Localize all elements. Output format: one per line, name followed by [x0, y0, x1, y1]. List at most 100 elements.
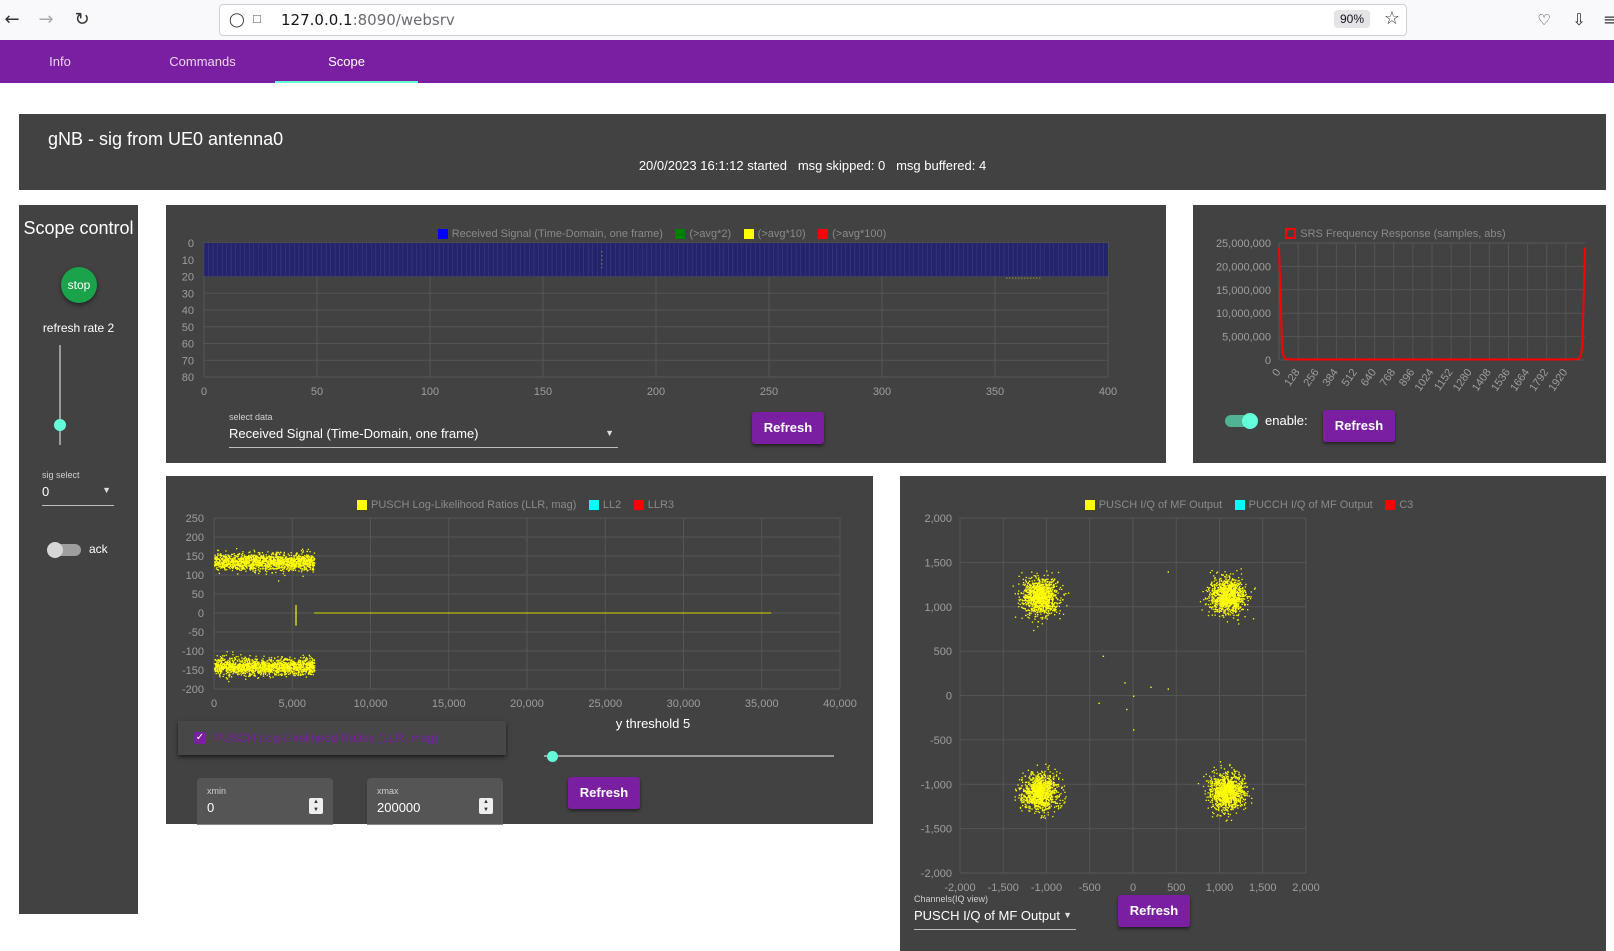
iq-point: [1034, 608, 1036, 610]
srs-enable-toggle[interactable]: [1225, 413, 1258, 429]
llr-point: [214, 556, 216, 558]
llr-point: [255, 655, 257, 657]
llr-point: [258, 560, 260, 562]
iq-point: [1018, 575, 1020, 577]
iq-point: [1028, 580, 1031, 582]
y-tick-label: 40: [182, 305, 194, 317]
xmax-spinner-icon[interactable]: ▲ ▼: [479, 798, 493, 814]
llr-point: [240, 674, 242, 676]
xmin-value[interactable]: 0: [207, 800, 214, 815]
llr-point: [312, 674, 314, 676]
llr-point: [256, 667, 258, 670]
iq-point: [1024, 583, 1026, 585]
llr-point: [226, 671, 228, 673]
threshold-slider[interactable]: [547, 751, 558, 762]
chevron-down-icon: ▼: [102, 485, 111, 495]
llr-point: [280, 657, 282, 660]
iq-point: [1247, 596, 1249, 598]
llr-point: [245, 555, 247, 558]
llr-point: [261, 562, 263, 564]
iq-point: [1045, 600, 1047, 603]
llr-point: [230, 665, 232, 667]
llr-point: [283, 554, 285, 556]
forward-arrow-icon[interactable]: →: [34, 8, 58, 32]
llr-point: [270, 656, 273, 659]
llr-point: [281, 561, 284, 563]
select-data-dropdown[interactable]: select data Received Signal (Time-Domain…: [229, 412, 618, 448]
llr-point: [281, 667, 284, 670]
menu-icon[interactable]: ≡: [1598, 8, 1614, 32]
llr-point: [272, 552, 275, 554]
llr-checkbox[interactable]: ✓: [194, 732, 206, 744]
llr-point: [243, 566, 245, 569]
llr-point: [282, 670, 284, 672]
llr-point: [243, 568, 245, 570]
iq-point: [1030, 585, 1032, 587]
iq-point: [1028, 604, 1030, 606]
llr-point: [219, 556, 221, 558]
iq-point: [1020, 592, 1023, 595]
shield-icon[interactable]: ◯: [229, 11, 245, 28]
reload-icon[interactable]: ↻: [70, 8, 94, 32]
url-text[interactable]: 127.0.0.1:8090/websrv: [281, 11, 455, 29]
iq-point: [1036, 612, 1038, 614]
y-tick-label: -50: [188, 627, 204, 639]
llr-point: [288, 662, 290, 664]
llr-point: [302, 551, 304, 553]
iq-point: [1040, 613, 1042, 615]
llr-point: [302, 563, 304, 565]
llr-point: [219, 675, 221, 677]
x-tick-label: 1,500: [1249, 882, 1277, 894]
iq-point: [1028, 577, 1030, 579]
llr-point: [295, 562, 297, 564]
xmin-spinner-icon[interactable]: ▲ ▼: [309, 798, 323, 814]
llr-point: [295, 622, 297, 624]
llr-point: [247, 558, 249, 560]
llr-point: [289, 671, 292, 673]
llr-point: [254, 551, 256, 553]
iq-point: [1025, 601, 1027, 604]
xmax-value[interactable]: 200000: [377, 800, 420, 815]
zoom-badge[interactable]: 90%: [1333, 10, 1370, 28]
stop-button[interactable]: stop: [61, 267, 97, 303]
srs-enable-knob: [1242, 413, 1258, 429]
xmin-field[interactable]: xmin 0 ▲ ▼: [197, 778, 333, 825]
llr-point: [301, 560, 303, 562]
llr-point: [275, 554, 277, 556]
llr-point: [306, 560, 308, 562]
llr-point: [214, 663, 216, 665]
llr-point: [248, 659, 250, 661]
llr-point: [224, 565, 226, 567]
tab-scope[interactable]: Scope: [275, 40, 418, 83]
llr-point: [265, 664, 267, 666]
srs-refresh-button[interactable]: Refresh: [1323, 410, 1395, 442]
llr-point: [304, 563, 306, 565]
llr-point: [247, 556, 249, 558]
tab-info[interactable]: Info: [0, 40, 120, 83]
iq-point: [1222, 574, 1224, 576]
time-refresh-button[interactable]: Refresh: [752, 412, 824, 444]
refresh-rate-slider[interactable]: [54, 419, 66, 431]
tab-commands[interactable]: Commands: [140, 40, 265, 83]
llr-point: [307, 562, 309, 565]
bookmark-star-icon[interactable]: ☆: [1384, 8, 1400, 29]
sig-select[interactable]: sig select 0 ▼: [42, 470, 114, 506]
llr-point: [274, 657, 276, 659]
download-icon[interactable]: ⇩: [1567, 8, 1591, 32]
iq-point: [1035, 575, 1037, 578]
llr-point: [301, 553, 303, 555]
llr-point: [219, 670, 221, 672]
llr-point: [311, 658, 313, 660]
back-arrow-icon[interactable]: ←: [0, 8, 24, 32]
time-domain-panel: Received Signal (Time-Domain, one frame)…: [166, 205, 1166, 463]
ack-toggle[interactable]: [47, 542, 81, 558]
llr-point: [252, 661, 254, 664]
llr-point: [231, 567, 234, 569]
llr-point: [223, 655, 225, 657]
page-info-icon[interactable]: □: [253, 11, 261, 26]
llr-refresh-button[interactable]: Refresh: [568, 777, 640, 809]
address-bar[interactable]: ◯ □ 127.0.0.1:8090/websrv 90% ☆: [219, 4, 1407, 36]
pocket-icon[interactable]: ♡: [1532, 8, 1556, 32]
llr-point: [255, 669, 257, 671]
xmax-field[interactable]: xmax 200000 ▲ ▼: [367, 778, 503, 825]
